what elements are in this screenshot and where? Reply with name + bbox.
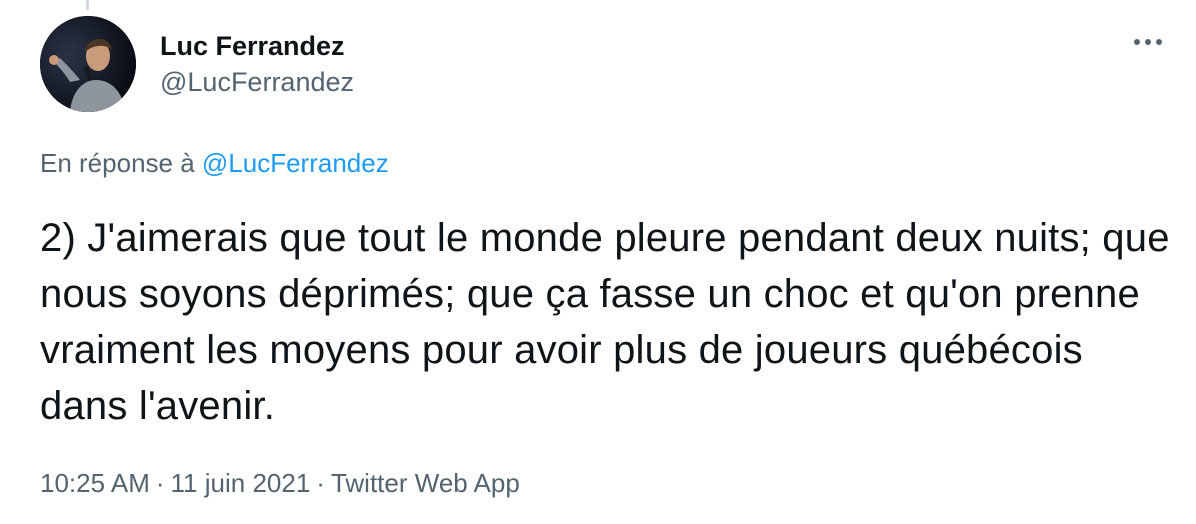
meta-separator: · [155, 468, 165, 498]
tweet-source: Twitter Web App [330, 468, 520, 498]
author-handle[interactable]: @LucFerrandez [160, 65, 354, 99]
tweet-card: Luc Ferrandez @LucFerrandez En réponse à… [0, 0, 1196, 524]
reply-prefix: En réponse à [40, 148, 195, 178]
more-horizontal-icon [1134, 39, 1162, 45]
reply-mention-link[interactable]: @LucFerrandez [202, 148, 389, 178]
tweet-date-link[interactable]: 11 juin 2021 [171, 468, 311, 498]
thread-connector-line [86, 0, 89, 10]
reply-context: En réponse à @LucFerrandez [40, 146, 389, 180]
author-display-name[interactable]: Luc Ferrandez [160, 29, 354, 63]
tweet-header: Luc Ferrandez @LucFerrandez [40, 16, 1172, 112]
tweet-metadata: 10:25 AM · 11 juin 2021 · Twitter Web App [40, 466, 520, 500]
tweet-time-link[interactable]: 10:25 AM [40, 468, 150, 498]
avatar[interactable] [40, 16, 136, 112]
author-names: Luc Ferrandez @LucFerrandez [160, 29, 354, 99]
tweet-text: 2) J'aimerais que tout le monde pleure p… [40, 216, 1170, 428]
avatar-image [40, 16, 136, 112]
meta-separator: · [316, 468, 325, 498]
more-options-button[interactable] [1128, 30, 1168, 54]
